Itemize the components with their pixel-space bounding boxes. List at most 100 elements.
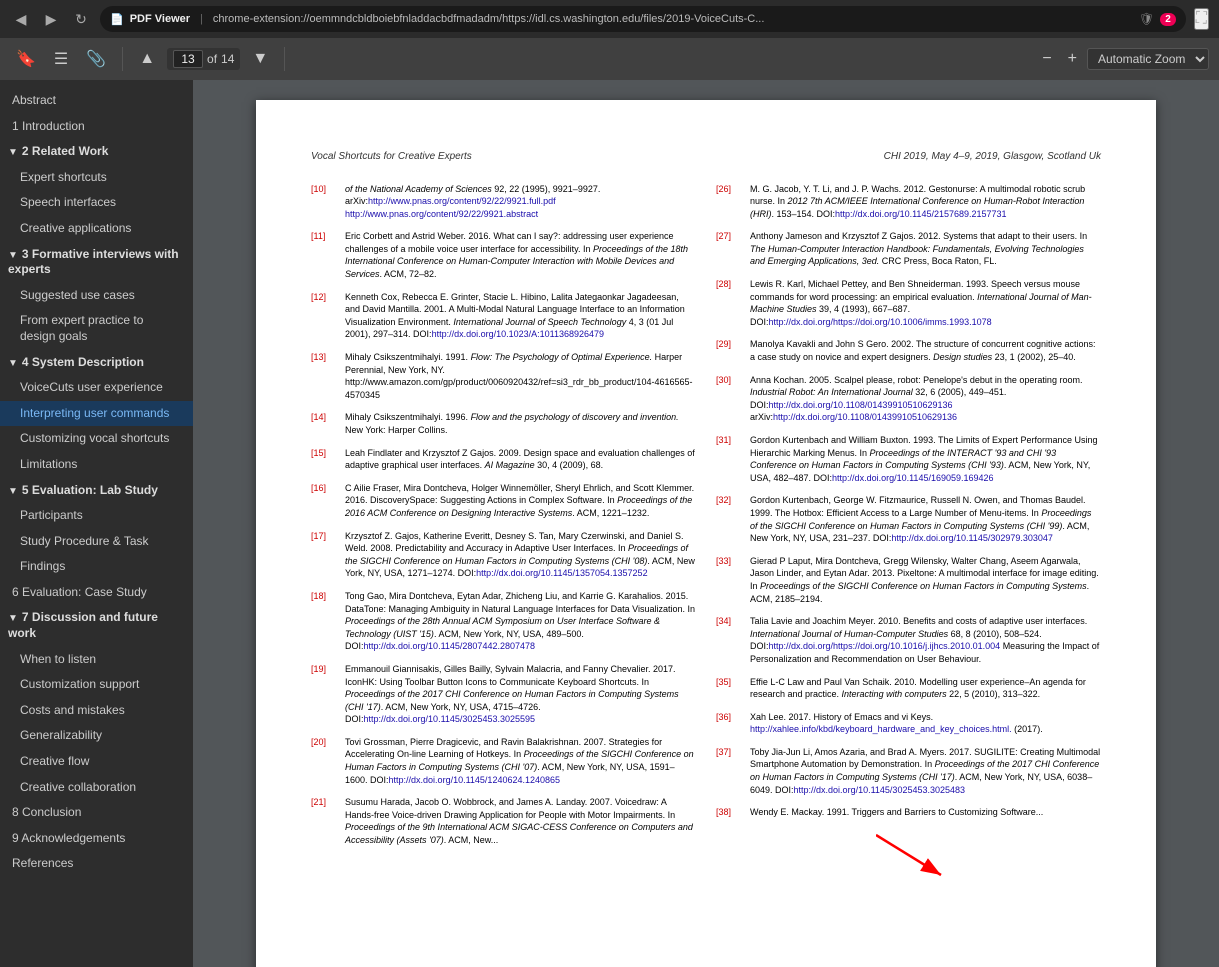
forward-button[interactable]: ▶ bbox=[40, 8, 62, 30]
sidebar-item-acknowledgements[interactable]: 9 Acknowledgements bbox=[0, 826, 193, 852]
sidebar-item-system-description[interactable]: ▼4 System Description bbox=[0, 350, 193, 376]
ref-num-13: [13] bbox=[311, 351, 339, 401]
next-page-button[interactable]: ▼ bbox=[246, 46, 274, 72]
sidebar-item-creative-applications[interactable]: Creative applications bbox=[0, 216, 193, 242]
sidebar-item-speech-interfaces[interactable]: Speech interfaces bbox=[0, 190, 193, 216]
sidebar-item-introduction[interactable]: 1 Introduction bbox=[0, 114, 193, 140]
toolbar-separator-2 bbox=[284, 47, 285, 71]
sidebar-item-conclusion[interactable]: 8 Conclusion bbox=[0, 800, 193, 826]
sidebar-item-references[interactable]: References bbox=[0, 851, 193, 877]
ref-num-35: [35] bbox=[716, 676, 744, 701]
zoom-in-button[interactable]: + bbox=[1062, 46, 1083, 72]
sidebar-item-when-to-listen[interactable]: When to listen bbox=[0, 647, 193, 673]
ref-num-36: [36] bbox=[716, 711, 744, 736]
ref-num-15: [15] bbox=[311, 447, 339, 472]
ref-entry-11: [11] Eric Corbett and Astrid Weber. 2016… bbox=[311, 230, 696, 280]
fullscreen-button[interactable]: ⛶ bbox=[1194, 8, 1209, 30]
ref-entry-27: [27] Anthony Jameson and Krzysztof Z Gaj… bbox=[716, 230, 1101, 268]
sidebar-item-evaluation-lab[interactable]: ▼5 Evaluation: Lab Study bbox=[0, 478, 193, 504]
sidebar-item-findings[interactable]: Findings bbox=[0, 554, 193, 580]
ref-text-31: Gordon Kurtenbach and William Buxton. 19… bbox=[750, 434, 1101, 484]
ref-num-31: [31] bbox=[716, 434, 744, 484]
alert-badge: 2 bbox=[1160, 13, 1176, 26]
ref-entry-35: [35] Effie L-C Law and Paul Van Schaik. … bbox=[716, 676, 1101, 701]
main-area: Abstract 1 Introduction ▼2 Related Work … bbox=[0, 80, 1219, 967]
zoom-select[interactable]: Automatic Zoom bbox=[1087, 48, 1209, 70]
shield-icon: 🛡 bbox=[1139, 12, 1154, 26]
ref-text-37: Toby Jia-Jun Li, Amos Azaria, and Brad A… bbox=[750, 746, 1101, 796]
ref-entry-21: [21] Susumu Harada, Jacob O. Wobbrock, a… bbox=[311, 796, 696, 846]
collapse-icon-2: ▼ bbox=[8, 250, 18, 261]
ref-entry-14: [14] Mihaly Csikszentmihalyi. 1996. Flow… bbox=[311, 411, 696, 436]
ref-text-10: of the National Academy of Sciences 92, … bbox=[345, 183, 696, 221]
sidebar-item-customizing-shortcuts[interactable]: Customizing vocal shortcuts bbox=[0, 426, 193, 452]
ref-text-14: Mihaly Csikszentmihalyi. 1996. Flow and … bbox=[345, 411, 696, 436]
sidebar-item-costs-mistakes[interactable]: Costs and mistakes bbox=[0, 698, 193, 724]
back-button[interactable]: ◀ bbox=[10, 8, 32, 30]
ref-num-34: [34] bbox=[716, 615, 744, 665]
pdf-header-left: Vocal Shortcuts for Creative Experts bbox=[311, 150, 472, 165]
pdf-content[interactable]: Vocal Shortcuts for Creative Experts CHI… bbox=[193, 80, 1219, 967]
ref-num-32: [32] bbox=[716, 494, 744, 544]
attachments-button[interactable]: 📎 bbox=[80, 45, 112, 73]
ref-text-28: Lewis R. Karl, Michael Pettey, and Ben S… bbox=[750, 278, 1101, 328]
ref-text-36: Xah Lee. 2017. History of Emacs and vi K… bbox=[750, 711, 1101, 736]
zoom-out-button[interactable]: − bbox=[1036, 46, 1057, 72]
sidebar-item-study-procedure[interactable]: Study Procedure & Task bbox=[0, 529, 193, 555]
pdf-header-right: CHI 2019, May 4–9, 2019, Glasgow, Scotla… bbox=[884, 150, 1101, 165]
ref-num-27: [27] bbox=[716, 230, 744, 268]
ref-text-33: Gierad P Laput, Mira Dontcheva, Gregg Wi… bbox=[750, 555, 1101, 605]
prev-page-button[interactable]: ▲ bbox=[133, 46, 161, 72]
ref-num-30: [30] bbox=[716, 374, 744, 424]
sidebar-item-limitations[interactable]: Limitations bbox=[0, 452, 193, 478]
ref-num-14: [14] bbox=[311, 411, 339, 436]
pdf-icon: 📄 bbox=[110, 13, 124, 26]
ref-entry-38: [38] Wendy E. Mackay. 1991. Triggers and… bbox=[716, 806, 1101, 819]
ref-text-18: Tong Gao, Mira Dontcheva, Eytan Adar, Zh… bbox=[345, 590, 696, 653]
ref-text-17: Krzysztof Z. Gajos, Katherine Everitt, D… bbox=[345, 530, 696, 580]
ref-text-13: Mihaly Csikszentmihalyi. 1991. Flow: The… bbox=[345, 351, 696, 401]
sidebar-item-formative-interviews[interactable]: ▼3 Formative interviews with experts bbox=[0, 242, 193, 283]
ref-text-29: Manolya Kavakli and John S Gero. 2002. T… bbox=[750, 338, 1101, 363]
sidebar-item-interpreting-commands[interactable]: Interpreting user commands bbox=[0, 401, 193, 427]
ref-text-20: Tovi Grossman, Pierre Dragicevic, and Ra… bbox=[345, 736, 696, 786]
sidebar-item-discussion[interactable]: ▼7 Discussion and future work bbox=[0, 605, 193, 646]
ref-entry-26: [26] M. G. Jacob, Y. T. Li, and J. P. Wa… bbox=[716, 183, 1101, 221]
sidebar-item-expert-shortcuts[interactable]: Expert shortcuts bbox=[0, 165, 193, 191]
sidebar-item-suggested-use-cases[interactable]: Suggested use cases bbox=[0, 283, 193, 309]
ref-num-19: [19] bbox=[311, 663, 339, 726]
ref-entry-28: [28] Lewis R. Karl, Michael Pettey, and … bbox=[716, 278, 1101, 328]
thumbnails-button[interactable]: ☰ bbox=[48, 45, 74, 73]
ref-entry-16: [16] C Ailie Fraser, Mira Dontcheva, Hol… bbox=[311, 482, 696, 520]
references-section: [10] of the National Academy of Sciences… bbox=[311, 183, 1101, 857]
ref-text-26: M. G. Jacob, Y. T. Li, and J. P. Wachs. … bbox=[750, 183, 1101, 221]
sidebar-item-customization-support[interactable]: Customization support bbox=[0, 672, 193, 698]
sidebar-item-generalizability[interactable]: Generalizability bbox=[0, 723, 193, 749]
page-input[interactable]: 13 bbox=[173, 50, 203, 68]
pdf-page: Vocal Shortcuts for Creative Experts CHI… bbox=[256, 100, 1156, 967]
reload-button[interactable]: ↻ bbox=[70, 8, 92, 30]
ref-entry-12: [12] Kenneth Cox, Rebecca E. Grinter, St… bbox=[311, 291, 696, 341]
ref-num-21: [21] bbox=[311, 796, 339, 846]
sidebar-item-creative-flow[interactable]: Creative flow bbox=[0, 749, 193, 775]
bookmark-button[interactable]: 🔖 bbox=[10, 45, 42, 73]
ref-entry-32: [32] Gordon Kurtenbach, George W. Fitzma… bbox=[716, 494, 1101, 544]
ref-num-11: [11] bbox=[311, 230, 339, 280]
sidebar-item-voicecuts-ux[interactable]: VoiceCuts user experience bbox=[0, 375, 193, 401]
page-total: 14 bbox=[221, 52, 234, 66]
ref-num-12: [12] bbox=[311, 291, 339, 341]
ref-num-18: [18] bbox=[311, 590, 339, 653]
sidebar-item-participants[interactable]: Participants bbox=[0, 503, 193, 529]
sidebar-item-related-work[interactable]: ▼2 Related Work bbox=[0, 139, 193, 165]
ref-entry-29: [29] Manolya Kavakli and John S Gero. 20… bbox=[716, 338, 1101, 363]
ref-num-26: [26] bbox=[716, 183, 744, 221]
address-bar[interactable]: 📄 PDF Viewer | chrome-extension://oemmnd… bbox=[100, 6, 1186, 32]
zoom-control: − + Automatic Zoom bbox=[1036, 46, 1209, 72]
sidebar-item-abstract[interactable]: Abstract bbox=[0, 88, 193, 114]
sidebar-item-creative-collaboration[interactable]: Creative collaboration bbox=[0, 775, 193, 801]
ref-entry-30: [30] Anna Kochan. 2005. Scalpel please, … bbox=[716, 374, 1101, 424]
sidebar-item-expert-practice[interactable]: From expert practice to design goals bbox=[0, 308, 193, 349]
sidebar-item-evaluation-case[interactable]: 6 Evaluation: Case Study bbox=[0, 580, 193, 606]
ref-entry-13: [13] Mihaly Csikszentmihalyi. 1991. Flow… bbox=[311, 351, 696, 401]
ref-num-38: [38] bbox=[716, 806, 744, 819]
